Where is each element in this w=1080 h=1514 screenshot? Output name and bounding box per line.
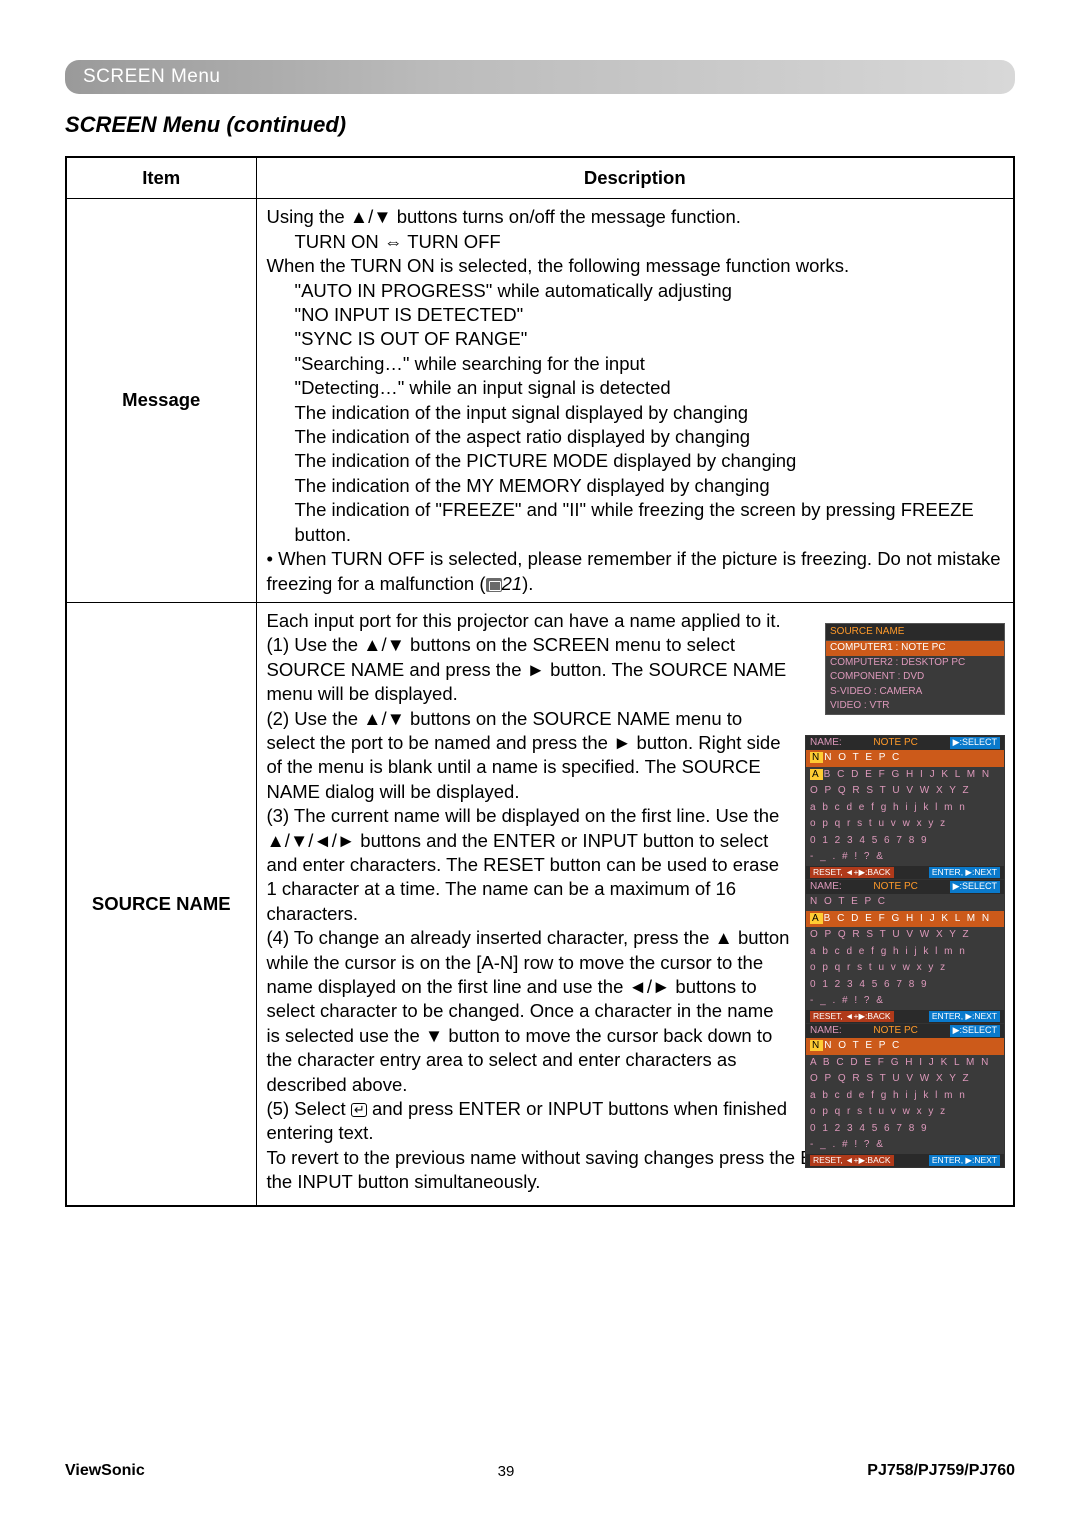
osd-name-value: NOTE PC bbox=[873, 737, 917, 750]
updown-icon: ▲/▼ bbox=[363, 708, 405, 729]
msg-when-on: When the TURN ON is selected, the follow… bbox=[267, 254, 1004, 278]
footer-brand: ViewSonic bbox=[65, 1462, 145, 1480]
msg-item-6: The indication of the aspect ratio displ… bbox=[295, 425, 1004, 449]
src-s2a: (2) Use the bbox=[267, 708, 364, 729]
osd-row-l2: o p q r s t u v w x y z bbox=[806, 816, 1004, 833]
osd-row-sym: - _ . # ! ? & bbox=[806, 849, 1004, 866]
updown-icon: ▲/▼ bbox=[363, 634, 405, 655]
desc-message: Using the ▲/▼ buttons turns on/off the m… bbox=[256, 199, 1014, 603]
msg-item-1: "NO INPUT IS DETECTED" bbox=[295, 303, 1004, 327]
page-footer: ViewSonic 39 PJ758/PJ759/PJ760 bbox=[65, 1462, 1015, 1480]
right-icon: ► bbox=[613, 732, 631, 753]
osd-name-dialog-3: NAME:NOTE PC▶:SELECT NN O T E P C A B C … bbox=[805, 1023, 1005, 1168]
src-s4a: (4) To change an already inserted charac… bbox=[267, 927, 715, 948]
osd-enter: ENTER, ▶:NEXT bbox=[929, 867, 1000, 878]
osd-cursor-n: N bbox=[810, 752, 823, 763]
col-header-description: Description bbox=[256, 157, 1014, 199]
updown-icon: ▲/▼ bbox=[350, 206, 392, 227]
osd-row-num: 0 1 2 3 4 5 6 7 8 9 bbox=[806, 833, 1004, 850]
msg-item-2: "SYNC IS OUT OF RANGE" bbox=[295, 327, 1004, 351]
enter-icon bbox=[351, 1103, 367, 1117]
msg-off-b: ). bbox=[522, 573, 533, 594]
src-s1a: (1) Use the bbox=[267, 634, 364, 655]
osd-entered1: N O T E P C bbox=[824, 752, 901, 763]
msg-item-8: The indication of the MY MEMORY displaye… bbox=[295, 474, 1004, 498]
msg-toggle: TURN ON ⇔ TURN OFF bbox=[295, 230, 1004, 254]
osd-select-tag: ▶:SELECT bbox=[950, 737, 1000, 750]
all-arrows-icon: ▲/▼/◄/► bbox=[267, 830, 356, 851]
menu-description-table: Item Description Message Using the ▲/▼ b… bbox=[65, 156, 1015, 1207]
osd-row-l1: a b c d e f g h i j k l m n bbox=[806, 800, 1004, 817]
msg-line1a: Using the bbox=[267, 206, 350, 227]
osd-row-upper: B C D E F G H I J K L M N bbox=[824, 769, 991, 780]
col-header-item: Item bbox=[66, 157, 256, 199]
section-header-bar: SCREEN Menu bbox=[65, 60, 1015, 94]
msg-item-5: The indication of the input signal displ… bbox=[295, 401, 1004, 425]
desc-source-name: Each input port for this projector can h… bbox=[256, 602, 1014, 1205]
msg-off-ref: 21 bbox=[502, 573, 523, 594]
src-s5a: (5) Select bbox=[267, 1098, 351, 1119]
osd-src-row4: VIDEO : VTR bbox=[826, 699, 1004, 714]
osd-src-row3: S-VIDEO : CAMERA bbox=[826, 685, 1004, 700]
msg-off-a: • When TURN OFF is selected, please reme… bbox=[267, 548, 1001, 593]
osd-reset: RESET, ◄+▶:BACK bbox=[810, 867, 894, 878]
osd-cursor-a: A bbox=[810, 769, 823, 780]
src-s3a: (3) The current name will be displayed o… bbox=[267, 805, 780, 826]
osd-name-label: NAME: bbox=[810, 737, 842, 750]
msg-item-4: "Detecting…" while an input signal is de… bbox=[295, 376, 1004, 400]
msg-item-3: "Searching…" while searching for the inp… bbox=[295, 352, 1004, 376]
osd-src-row2: COMPONENT : DVD bbox=[826, 670, 1004, 685]
osd-name-dialog-1: NAME: NOTE PC ▶:SELECT NN O T E P C AB C D… bbox=[805, 735, 1005, 880]
osd-source-list: SOURCE NAME COMPUTER1 : NOTE PC COMPUTER… bbox=[825, 623, 1005, 715]
down-icon: ▼ bbox=[425, 1025, 443, 1046]
msg-line1b: buttons turns on/off the message functio… bbox=[392, 206, 741, 227]
up-icon: ▲ bbox=[715, 927, 733, 948]
osd-row-o: O P Q R S T U V W X Y Z bbox=[806, 783, 1004, 800]
osd-src-title: SOURCE NAME bbox=[826, 624, 1004, 642]
leftright-icon: ◄/► bbox=[629, 976, 671, 997]
manual-ref-icon bbox=[486, 578, 502, 592]
osd-name-dialog-2: NAME:NOTE PC▶:SELECT N O T E P C AB C D … bbox=[805, 879, 1005, 1024]
osd-src-row0: COMPUTER1 : NOTE PC bbox=[826, 641, 1004, 656]
msg-item-7: The indication of the PICTURE MODE displ… bbox=[295, 449, 1004, 473]
page-title: SCREEN Menu (continued) bbox=[65, 112, 1015, 138]
msg-item-0: "AUTO IN PROGRESS" while automatically a… bbox=[295, 279, 1004, 303]
msg-item-9: The indication of "FREEZE" and "II" whil… bbox=[295, 498, 1004, 547]
item-message: Message bbox=[66, 199, 256, 603]
right-icon: ► bbox=[527, 659, 545, 680]
footer-model: PJ758/PJ759/PJ760 bbox=[867, 1462, 1015, 1480]
item-source-name: SOURCE NAME bbox=[66, 602, 256, 1205]
osd-src-row1: COMPUTER2 : DESKTOP PC bbox=[826, 656, 1004, 671]
footer-page-number: 39 bbox=[498, 1463, 515, 1480]
